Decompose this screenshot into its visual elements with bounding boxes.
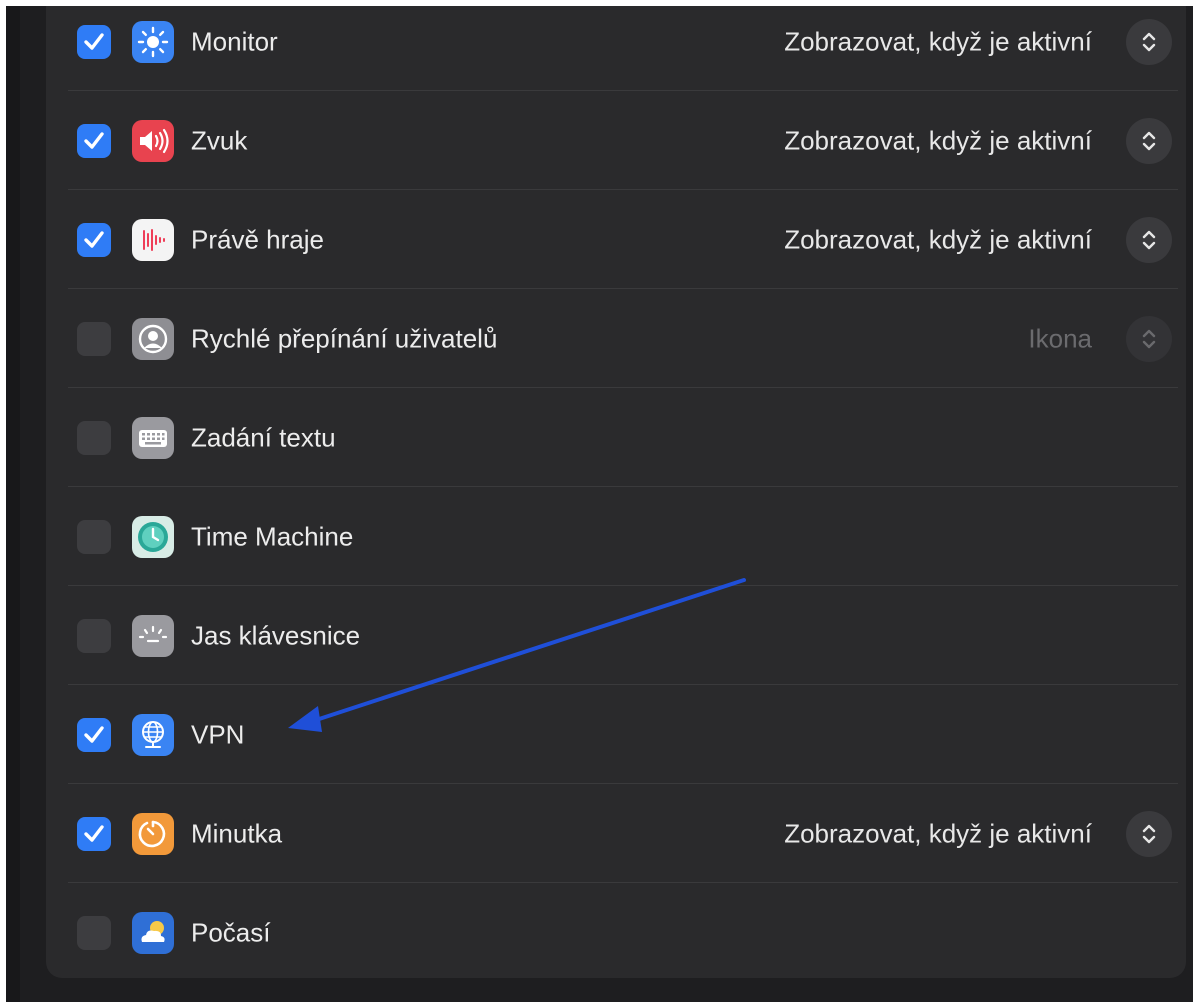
checkmark-icon — [84, 824, 104, 842]
checkmark-icon — [84, 230, 104, 248]
sound-visibility-popup-button[interactable] — [1126, 117, 1172, 164]
monitor-checkbox[interactable] — [77, 24, 111, 59]
up-down-chevron-icon — [1142, 32, 1156, 51]
fast-user-switching-checkbox[interactable] — [77, 321, 111, 356]
list-item-text-input: Zadání textu — [46, 388, 1186, 487]
list-item-timer: Minutka Zobrazovat, když je aktivní — [46, 784, 1186, 883]
monitor-label: Monitor — [191, 26, 278, 56]
user-icon — [132, 317, 174, 360]
list-item-monitor: Monitor Zobrazovat, když je aktivní — [46, 6, 1186, 91]
weather-icon — [132, 911, 174, 954]
timer-label: Minutka — [191, 818, 283, 848]
timer-checkbox[interactable] — [77, 816, 111, 851]
sidebar-edge — [6, 6, 20, 1002]
list-item-fast-user-switching: Rychlé přepínání uživatelů Ikona — [46, 289, 1186, 388]
list-item-vpn: VPN — [46, 685, 1186, 784]
keyboard-brightness-checkbox[interactable] — [77, 618, 111, 653]
weather-checkbox[interactable] — [77, 915, 111, 950]
now-playing-icon — [132, 218, 174, 261]
timer-icon — [132, 812, 174, 855]
settings-window: Monitor Zobrazovat, když je aktivní Zvuk — [6, 6, 1193, 1002]
vpn-globe-icon — [132, 713, 174, 756]
list-item-now-playing: Právě hraje Zobrazovat, když je aktivní — [46, 190, 1186, 289]
checkmark-icon — [84, 32, 104, 50]
monitor-visibility-value: Zobrazovat, když je aktivní — [784, 26, 1092, 56]
sound-checkbox[interactable] — [77, 123, 111, 158]
list-item-sound: Zvuk Zobrazovat, když je aktivní — [46, 91, 1186, 190]
control-center-module-list: Monitor Zobrazovat, když je aktivní Zvuk — [46, 6, 1186, 978]
time-machine-checkbox[interactable] — [77, 519, 111, 554]
timer-visibility-value: Zobrazovat, když je aktivní — [784, 818, 1092, 848]
keyboard-icon — [132, 416, 174, 459]
now-playing-visibility-popup-button[interactable] — [1126, 216, 1172, 263]
timer-visibility-popup-button[interactable] — [1126, 810, 1172, 857]
up-down-chevron-icon — [1142, 824, 1156, 843]
now-playing-label: Právě hraje — [191, 224, 324, 254]
display-brightness-icon — [132, 20, 174, 63]
time-machine-icon — [132, 515, 174, 558]
fast-user-switching-value: Ikona — [1028, 323, 1092, 353]
vpn-label: VPN — [191, 719, 245, 749]
text-input-label: Zadání textu — [191, 422, 336, 452]
list-item-time-machine: Time Machine — [46, 487, 1186, 586]
up-down-chevron-icon — [1142, 329, 1156, 348]
checkmark-icon — [84, 725, 104, 743]
fast-user-switching-popup-button[interactable] — [1126, 315, 1172, 362]
vpn-checkbox[interactable] — [77, 717, 111, 752]
fast-user-switching-label: Rychlé přepínání uživatelů — [191, 323, 498, 353]
monitor-visibility-popup-button[interactable] — [1126, 18, 1172, 65]
time-machine-label: Time Machine — [191, 521, 354, 551]
now-playing-visibility-value: Zobrazovat, když je aktivní — [784, 224, 1092, 254]
weather-label: Počasí — [191, 917, 271, 947]
sound-visibility-value: Zobrazovat, když je aktivní — [784, 125, 1092, 155]
keyboard-brightness-label: Jas klávesnice — [191, 620, 361, 650]
text-input-checkbox[interactable] — [77, 420, 111, 455]
now-playing-checkbox[interactable] — [77, 222, 111, 257]
list-item-weather: Počasí — [46, 883, 1186, 982]
up-down-chevron-icon — [1142, 230, 1156, 249]
sound-label: Zvuk — [191, 125, 248, 155]
checkmark-icon — [84, 131, 104, 149]
list-item-keyboard-brightness: Jas klávesnice — [46, 586, 1186, 685]
speaker-icon — [132, 119, 174, 162]
keyboard-brightness-icon — [132, 614, 174, 657]
up-down-chevron-icon — [1142, 131, 1156, 150]
